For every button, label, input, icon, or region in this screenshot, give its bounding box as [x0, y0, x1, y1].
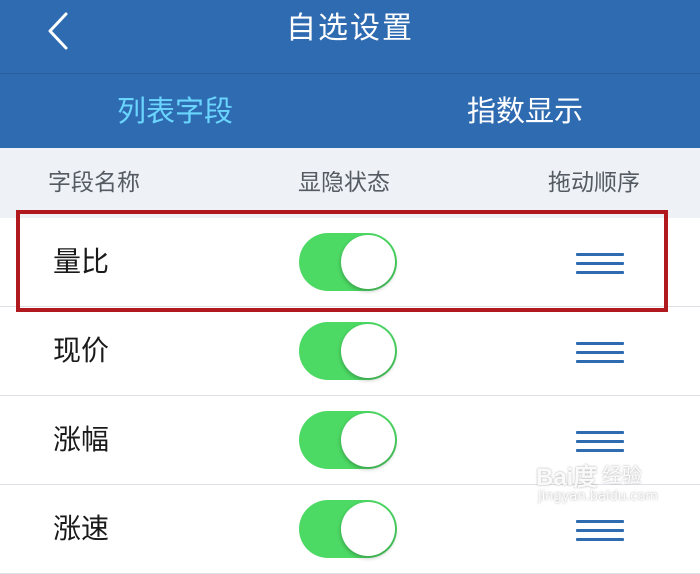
visibility-toggle[interactable] [299, 500, 397, 558]
field-name: 现价 [53, 334, 110, 367]
drag-handle-icon[interactable] [574, 307, 626, 395]
column-header-name: 字段名称 [48, 170, 140, 196]
toggle-knob [341, 502, 395, 556]
page-title: 自选设置 [286, 11, 414, 46]
field-name: 涨幅 [53, 423, 110, 456]
column-header-order: 拖动顺序 [548, 170, 640, 196]
toggle-knob [341, 235, 395, 289]
drag-handle-icon[interactable] [574, 218, 626, 306]
toggle-knob [341, 413, 395, 467]
toggle-knob [341, 324, 395, 378]
column-header-row: 字段名称 显隐状态 拖动顺序 [0, 148, 700, 218]
visibility-toggle[interactable] [299, 322, 397, 380]
field-row: 量比 [0, 218, 700, 307]
app-header: 自选设置 [0, 0, 700, 74]
visibility-toggle[interactable] [299, 233, 397, 291]
watermark-logo: Bai度 [536, 464, 598, 491]
tab-bar: 列表字段 指数显示 [0, 74, 700, 148]
watermark-url: jingyan.baidu.com [538, 489, 658, 504]
field-name: 涨速 [53, 512, 110, 545]
tab-index-display[interactable]: 指数显示 [350, 74, 700, 148]
field-row: 现价 [0, 307, 700, 396]
watermark-brand: 经验 [602, 463, 642, 487]
tab-list-fields[interactable]: 列表字段 [0, 74, 350, 148]
field-name: 量比 [53, 245, 110, 278]
watermark: Bai度 经验 jingyan.baidu.com [536, 455, 666, 515]
column-header-visibility: 显隐状态 [298, 170, 390, 196]
visibility-toggle[interactable] [299, 411, 397, 469]
